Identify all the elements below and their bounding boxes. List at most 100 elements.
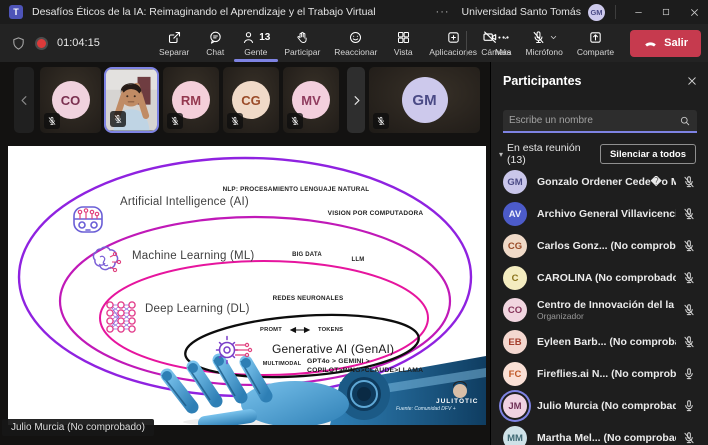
participant-name: CAROLINA (No comprobado) <box>537 272 676 284</box>
teams-logo-icon: T <box>9 5 23 19</box>
ring-label-dl: Deep Learning (DL) <box>145 303 250 315</box>
camera-chevron-icon[interactable] <box>501 33 510 42</box>
microphone-chevron-icon[interactable] <box>549 33 558 42</box>
participant-row[interactable]: AV Archivo General Villavicencio <box>491 198 708 230</box>
meeting-timer: 01:04:15 <box>57 37 100 49</box>
mic-status-icon[interactable] <box>682 303 696 317</box>
mic-status-icon[interactable] <box>682 431 696 445</box>
search-icon <box>679 115 691 127</box>
participant-name: Julio Murcia (No comprobado) <box>537 400 676 412</box>
mic-status-icon[interactable] <box>682 271 696 285</box>
people-button[interactable]: 13 Gente <box>234 24 277 62</box>
toolbar-divider <box>466 31 467 56</box>
panel-title: Participantes <box>503 74 686 88</box>
microphone-button[interactable]: Micrófono <box>518 30 569 57</box>
account-avatar[interactable]: GM <box>588 4 605 21</box>
participant-name: Gonzalo Ordener Cede�o Me... <box>537 176 676 188</box>
raise-hand-button[interactable]: Participar <box>277 24 327 62</box>
mic-status-icon[interactable] <box>682 335 696 349</box>
view-button[interactable]: Vista <box>384 24 422 62</box>
shared-screen-content: Fuente: Comunidad DFV + JULITOTIC <box>8 146 486 425</box>
avatar: JM <box>503 394 527 418</box>
participant-row[interactable]: JM Julio Murcia (No comprobado) <box>491 390 708 422</box>
chevron-right-icon <box>350 94 363 107</box>
participant-row[interactable]: EB Eyleen Barb... (No comprobado) <box>491 326 708 358</box>
raise-hand-icon <box>295 30 310 45</box>
recording-indicator-icon <box>35 37 48 50</box>
avatar: C <box>503 266 527 290</box>
titlebar-more-icon[interactable]: ··· <box>436 6 450 18</box>
participant-search[interactable] <box>503 110 697 133</box>
chat-button[interactable]: Chat <box>196 24 234 62</box>
annotation-vision: VISION POR COMPUTADORA <box>308 210 443 217</box>
participant-list: GM Gonzalo Ordener Cede�o Me... AV Archi… <box>491 166 708 445</box>
share-button[interactable]: Comparte <box>570 30 621 57</box>
mic-status-icon[interactable] <box>682 399 696 413</box>
avatar: GM <box>503 170 527 194</box>
participant-name: Fireflies.ai N... (No comprobado) <box>537 368 676 380</box>
close-icon <box>686 75 698 87</box>
avatar: EB <box>503 330 527 354</box>
video-tile-camera-on[interactable] <box>104 67 159 133</box>
participant-role: Organizador <box>537 311 676 321</box>
meeting-title: Desafíos Éticos de la IA: Reimaginando e… <box>32 6 376 18</box>
participant-name: Eyleen Barb... (No comprobado) <box>537 336 676 348</box>
leave-button[interactable]: Salir <box>630 30 701 57</box>
section-label[interactable]: En esta reunión (13) <box>507 142 600 166</box>
minimize-button[interactable] <box>624 0 652 24</box>
video-tile-mv[interactable]: MV <box>283 67 339 133</box>
filmstrip-next-button[interactable] <box>347 67 365 133</box>
genai-gear-circuit-icon <box>212 329 254 371</box>
svg-text:JULITOTIC: JULITOTIC <box>436 398 478 405</box>
dl-neural-network-icon <box>102 298 140 336</box>
mic-status-icon[interactable] <box>682 367 696 381</box>
chat-icon <box>208 30 223 45</box>
mic-off-badge <box>44 113 60 129</box>
video-tile-rm[interactable]: RM <box>163 67 219 133</box>
svg-text:Fuente: Comunidad DFV +: Fuente: Comunidad DFV + <box>396 406 456 412</box>
search-input[interactable] <box>503 115 679 126</box>
double-arrow-icon <box>287 327 313 333</box>
participant-row[interactable]: GM Gonzalo Ordener Cede�o Me... <box>491 166 708 198</box>
shield-icon <box>11 36 26 51</box>
filmstrip-prev-button[interactable] <box>14 67 34 133</box>
annotation-redes: REDES NEURONALES <box>262 295 354 302</box>
video-tile-gm[interactable]: GM <box>369 67 480 133</box>
participant-name: Centro de Innovación del la O... <box>537 299 676 311</box>
camera-button[interactable]: Cámara <box>474 30 518 57</box>
mic-off-badge <box>287 113 303 129</box>
participant-row[interactable]: CO Centro de Innovación del la O... Orga… <box>491 294 708 326</box>
mic-status-icon[interactable] <box>682 239 696 253</box>
video-tile-co[interactable]: CO <box>40 67 101 133</box>
mic-status-icon[interactable] <box>682 207 696 221</box>
mic-off-badge <box>167 113 183 129</box>
mic-off-badge <box>373 113 389 129</box>
mic-off-badge <box>110 111 126 127</box>
ring-label-ai: Artificial Intelligence (AI) <box>120 196 249 208</box>
ai-robot-head-icon <box>68 198 108 238</box>
annotation-models-2: COPILOT>BING>CLAUDE>LLAMA <box>307 367 423 374</box>
participant-row[interactable]: CG Carlos Gonz... (No comprobado) <box>491 230 708 262</box>
participant-name: Martha Mel... (No comprobado) <box>537 432 676 444</box>
ring-label-genai: Generative AI (GenAI) <box>272 342 394 356</box>
video-tile-cg[interactable]: CG <box>223 67 279 133</box>
participant-row[interactable]: C CAROLINA (No comprobado) <box>491 262 708 294</box>
close-panel-button[interactable] <box>686 75 698 87</box>
annotation-llm: LLM <box>338 257 378 263</box>
participant-filmstrip: CO RM <box>0 66 490 134</box>
participant-row[interactable]: MM Martha Mel... (No comprobado) <box>491 422 708 445</box>
participant-row[interactable]: FC Fireflies.ai N... (No comprobado) <box>491 358 708 390</box>
close-window-button[interactable] <box>680 0 708 24</box>
maximize-button[interactable] <box>652 0 680 24</box>
annotation-multimodal: MULTIMODAL <box>255 361 309 367</box>
mute-all-button[interactable]: Silenciar a todos <box>600 144 696 164</box>
participant-name: Carlos Gonz... (No comprobado) <box>537 240 676 252</box>
mic-status-icon[interactable] <box>682 175 696 189</box>
mic-off-icon <box>531 30 546 45</box>
separate-button[interactable]: Separar <box>152 24 196 62</box>
section-caret-icon[interactable]: ▾ <box>499 150 503 159</box>
ring-label-ml: Machine Learning (ML) <box>132 250 254 262</box>
titlebar-divider <box>615 5 616 19</box>
avatar: FC <box>503 362 527 386</box>
react-button[interactable]: Reaccionar <box>327 24 384 62</box>
